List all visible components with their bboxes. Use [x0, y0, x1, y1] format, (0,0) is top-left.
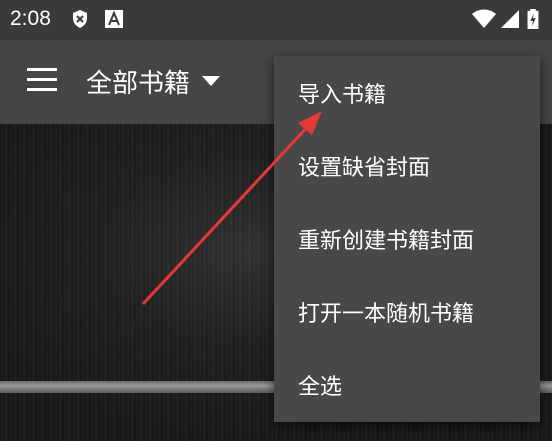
- caret-down-icon: [202, 76, 221, 86]
- toolbar-title: 全部书籍: [86, 68, 191, 99]
- a-letter-icon: [105, 10, 123, 28]
- menu-item-label: 重新创建书籍封面: [298, 229, 475, 254]
- library-selector[interactable]: 全部书籍: [86, 60, 221, 102]
- wifi-icon: [472, 9, 496, 28]
- menu-item-label: 设置缺省封面: [298, 156, 431, 181]
- menu-item-label: 打开一本随机书籍: [298, 302, 475, 327]
- battery-charging-icon: [527, 9, 539, 29]
- menu-item-label: 全选: [298, 375, 343, 400]
- menu-item-label: 导入书籍: [298, 83, 387, 108]
- overflow-popup-menu: 导入书籍 设置缺省封面 重新创建书籍封面 打开一本随机书籍 全选: [274, 56, 540, 422]
- shield-x-icon: [73, 10, 87, 28]
- status-time: 2:08: [10, 7, 51, 30]
- menu-item-set-default-cover[interactable]: 设置缺省封面: [274, 129, 540, 202]
- menu-item-select-all[interactable]: 全选: [274, 348, 540, 421]
- status-bar: 2:08: [0, 0, 552, 40]
- menu-item-open-random-book[interactable]: 打开一本随机书籍: [274, 275, 540, 348]
- menu-item-recreate-covers[interactable]: 重新创建书籍封面: [274, 202, 540, 275]
- menu-item-import-books[interactable]: 导入书籍: [274, 56, 540, 129]
- hamburger-menu-icon[interactable]: [27, 68, 57, 92]
- signal-icon: [501, 10, 519, 28]
